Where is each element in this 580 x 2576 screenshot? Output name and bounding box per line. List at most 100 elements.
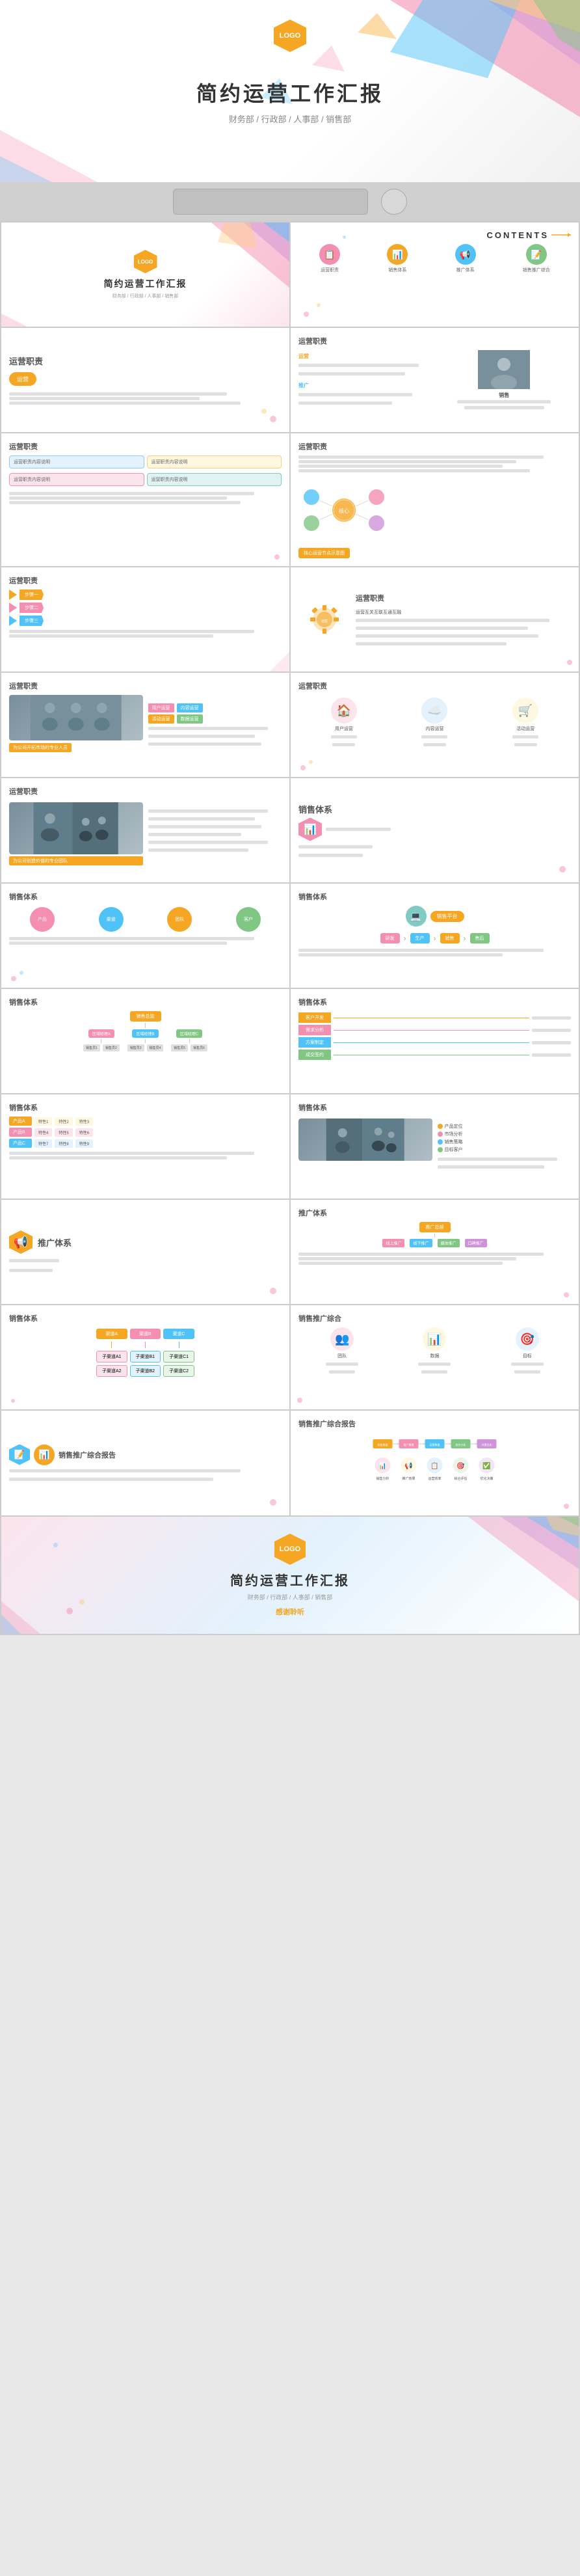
leaf-2: 销售员2 xyxy=(103,1044,120,1051)
arrow-2: 步骤二 xyxy=(20,603,44,613)
ops-photo2 xyxy=(9,695,143,740)
circle-item-3: 团队 xyxy=(167,907,192,932)
platform-badge: 销售平台 xyxy=(430,911,464,922)
ops-boxes-title: 运营职责 xyxy=(9,441,282,452)
hero-subtitle: 财务部 / 行政部 / 人事部 / 销售部 xyxy=(196,113,384,125)
matrix-1-1: 特性1 xyxy=(34,1117,52,1126)
gear-text: 运营互关互联互通互融 xyxy=(356,609,571,616)
ops-box-1: 运营职责内容说明 xyxy=(9,455,144,468)
svg-text:推广数据: 推广数据 xyxy=(404,1443,414,1446)
hero-title: 简约运营工作汇报 xyxy=(196,77,384,107)
flow2-3: 方案制定 xyxy=(298,1037,331,1048)
contents-item-3: 📢 推广体系 xyxy=(455,244,476,273)
matrix-1-3: 特性3 xyxy=(75,1117,93,1126)
matrix-3-2: 特性8 xyxy=(55,1139,72,1148)
detail-item-4: 目标客户 xyxy=(445,1146,463,1153)
contents-item-4: 📝 销售推广综合 xyxy=(523,244,550,273)
matrix-3-1: 特性7 xyxy=(34,1139,52,1148)
contents-icon-2: 📊 xyxy=(387,244,408,265)
matrix-2-2: 特性5 xyxy=(55,1128,72,1137)
svg-text:📢: 📢 xyxy=(404,1461,412,1470)
contents-item-2: 📊 销售体系 xyxy=(387,244,408,273)
promo-combined-icon-1: 👥 xyxy=(330,1327,354,1351)
slide-sales-tree: 销售体系 销售总监 区域经理A 销售员1 销售员2 区域经理B 销售员3 xyxy=(1,989,289,1093)
leaf-1: 销售员1 xyxy=(83,1044,100,1051)
tree-root: 销售总监 xyxy=(130,1011,161,1022)
svg-text:优化决策: 优化决策 xyxy=(480,1476,493,1481)
slide-report-section: 📝 📊 销售推广综合报告 xyxy=(1,1411,289,1515)
report-icon-1: 📝 xyxy=(9,1444,30,1465)
service-2: ☁️ 内容运营 xyxy=(421,698,447,748)
report-diagram-title: 销售推广综合报告 xyxy=(298,1418,571,1429)
keyboard-area xyxy=(0,182,580,221)
slide-ops-photo2: 运营职责 为公司创造价值的专业团队 xyxy=(1,778,289,882)
keyboard xyxy=(173,189,368,215)
promo-branch-1: 线上推广 xyxy=(382,1239,404,1247)
service-3: 🛒 活动运营 xyxy=(512,698,538,748)
ops-box-2: 运营职责内容说明 xyxy=(147,455,282,468)
promo-flow-sub4: 子渠道B2 xyxy=(130,1365,161,1377)
circle-2: 渠道 xyxy=(99,907,124,932)
sales-tree-title: 销售体系 xyxy=(9,997,282,1007)
slide-ops-service-icons: 运营职责 🏠 用户运营 ☁️ 内容运营 🛒 活动运营 xyxy=(291,673,579,777)
sales-icon: 📊 xyxy=(298,818,322,841)
slide-promo-flow: 销售体系 渠道A 子渠道A1 子渠道A2 渠道B 子渠道B1 子渠道B2 渠道C… xyxy=(1,1305,289,1409)
report-title: 销售推广综合报告 xyxy=(59,1450,116,1460)
team-photo xyxy=(9,802,143,854)
slide-promo-intro: 📢 推广体系 xyxy=(1,1200,289,1304)
flow2-2: 需求分析 xyxy=(298,1025,331,1035)
contents-label-4: 销售推广综合 xyxy=(523,267,550,273)
svg-text:决策优化: 决策优化 xyxy=(482,1443,492,1446)
svg-text:运营: 运营 xyxy=(321,619,328,623)
promo-combined-icon-3: 🎯 xyxy=(516,1327,539,1351)
promo-branch-2: 线下推广 xyxy=(410,1239,432,1247)
ops-item-2: 内容运营 xyxy=(177,703,203,712)
sales-flow-4: 售后 xyxy=(470,933,490,943)
flow2-4: 成交签约 xyxy=(298,1050,331,1060)
ops-item-3: 活动运营 xyxy=(148,714,174,724)
svg-text:销售分析: 销售分析 xyxy=(376,1476,389,1481)
contents-header: CONTENTS xyxy=(487,230,549,240)
slide-sales-platform: 销售体系 💻 销售平台 研发 › 生产 › 销售 › 售后 xyxy=(291,884,579,988)
final-logo: LOGO xyxy=(274,1534,306,1565)
final-subtitle: 财务部 / 行政部 / 人事部 / 销售部 xyxy=(248,1593,333,1601)
promo-flow-title: 销售体系 xyxy=(9,1313,282,1323)
slide-ops-boxes: 运营职责 运营职责内容说明 运营职责内容说明 运营职责内容说明 运营职责内容说明 xyxy=(1,433,289,566)
circle-item-1: 产品 xyxy=(30,907,55,932)
svg-text:综合评估: 综合评估 xyxy=(454,1476,467,1481)
promo-combined-title: 销售推广综合 xyxy=(298,1313,571,1323)
ops-network-badge: 核心运营节点示意图 xyxy=(298,548,350,558)
svg-text:销售数据: 销售数据 xyxy=(378,1443,388,1446)
slide-ops-photo-text: 运营职责 运营 推广 销售 xyxy=(291,328,579,432)
sales-flow-1: 研发 xyxy=(380,933,400,943)
final-title: 简约运营工作汇报 xyxy=(230,1570,350,1589)
arrow-3: 步骤三 xyxy=(20,616,44,626)
svg-text:运营效率: 运营效率 xyxy=(428,1476,441,1481)
ops-label-ops: 运营 xyxy=(298,353,432,360)
promo-combined-label-3: 目标 xyxy=(523,1353,532,1359)
slide-ops-network: 运营职责 核心 xyxy=(291,433,579,566)
ops-gears-title: 运营职责 xyxy=(356,593,571,603)
service-circle-3: 🛒 xyxy=(512,698,538,724)
ops-network-title: 运营职责 xyxy=(298,441,571,452)
leaf-6: 销售员6 xyxy=(191,1044,207,1051)
team-badge: 为公司创造价值的专业团队 xyxy=(9,856,143,865)
promo-branch-3: 媒体推广 xyxy=(438,1239,460,1247)
promo-branch-4: 口碑推广 xyxy=(465,1239,487,1247)
ops-item-1: 用户运营 xyxy=(148,703,174,712)
sales-flow-2: 生产 xyxy=(410,933,430,943)
slide-sales-intro: 销售体系 📊 xyxy=(291,778,579,882)
slide-final-cover: LOGO 简约运营工作汇报 财务部 / 行政部 / 人事部 / 销售部 感谢聆听 xyxy=(1,1517,579,1634)
promo-flow-sub6: 子渠道C2 xyxy=(163,1365,194,1377)
sales-flow2-title: 销售体系 xyxy=(298,997,571,1007)
sales-intro-title: 销售体系 xyxy=(298,803,391,815)
photo-label: 为公司开拓市场的专业人员 xyxy=(9,743,72,752)
slide-cover-logo: LOGO xyxy=(134,250,157,273)
arrow-1: 步骤一 xyxy=(20,590,44,600)
contents-icon-3: 📢 xyxy=(455,244,476,265)
circle-item-2: 渠道 xyxy=(99,907,124,932)
contents-label-1: 运营职责 xyxy=(321,267,339,273)
circle-4: 客户 xyxy=(236,907,261,932)
promo-tree-title: 推广体系 xyxy=(298,1208,571,1218)
detail-item-2: 市场分析 xyxy=(445,1131,463,1137)
